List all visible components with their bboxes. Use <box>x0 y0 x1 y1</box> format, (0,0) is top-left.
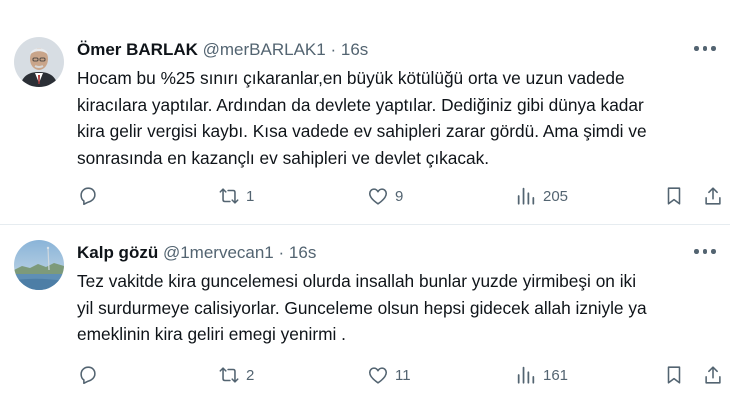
like-button[interactable]: 11 <box>367 363 411 387</box>
share-button[interactable] <box>702 363 724 387</box>
author-name[interactable]: Kalp gözü <box>77 243 158 262</box>
like-icon <box>368 367 388 384</box>
author-name[interactable]: Ömer BARLAK <box>77 40 198 59</box>
retweet-icon <box>219 367 239 383</box>
author-handle[interactable]: @merBARLAK1 <box>203 40 326 59</box>
tweet-text-line: sonrasında en kazançlı ev sahipleri ve d… <box>77 147 490 168</box>
timestamp[interactable]: 16s <box>341 40 368 59</box>
tweet-text-line: kiracılara yaptılar. Ardından da devlete… <box>77 94 644 115</box>
share-icon <box>705 187 721 205</box>
avatar[interactable] <box>14 240 64 290</box>
like-count: 9 <box>395 187 404 205</box>
reply-button[interactable] <box>77 184 105 208</box>
action-bar: 1 9 205 <box>77 184 727 208</box>
bookmark-icon <box>667 187 681 205</box>
retweet-count: 2 <box>246 366 255 384</box>
avatar[interactable] <box>14 37 64 87</box>
view-count: 161 <box>543 366 569 384</box>
tweet-text-line: Tez vakitde kira guncelemesi olurda insa… <box>77 271 637 291</box>
bookmark-icon <box>667 366 681 384</box>
views-button[interactable]: 205 <box>515 184 568 208</box>
more-icon[interactable] <box>694 46 716 52</box>
share-button[interactable] <box>702 184 724 208</box>
separator: · <box>278 243 285 262</box>
share-icon <box>705 366 721 384</box>
like-icon <box>368 188 388 205</box>
tweet-text: Tez vakitde kira guncelemesi olurda insa… <box>77 268 717 348</box>
reply-icon <box>80 187 96 206</box>
reply-button[interactable] <box>77 363 105 387</box>
timestamp[interactable]: 16s <box>289 243 316 262</box>
tweet-text-line: kira gelir vergisi kaybı. Kısa vadede ev… <box>77 121 647 141</box>
tweet-text-line: emeklinin kira geliri emegi yenirmi . <box>77 324 346 344</box>
retweet-count: 1 <box>246 187 255 205</box>
separator: · <box>330 40 337 59</box>
tweet-text-line: yil surdurmeye calisiyorlar. Gunceleme o… <box>77 297 647 318</box>
retweet-icon <box>219 188 239 204</box>
tweet-text-line: Hocam bu %25 sınırı çıkaranlar,en büyük … <box>77 68 625 88</box>
tweet-header: Kalp gözü @1mervecan1 · 16s <box>77 243 316 263</box>
action-bar: 2 11 161 <box>77 363 727 387</box>
retweet-button[interactable]: 1 <box>218 184 254 208</box>
views-button[interactable]: 161 <box>515 363 568 387</box>
bookmark-button[interactable] <box>663 184 685 208</box>
like-button[interactable]: 9 <box>367 184 403 208</box>
author-handle[interactable]: @1mervecan1 <box>163 243 274 262</box>
view-count: 205 <box>543 187 569 205</box>
views-icon <box>517 187 535 205</box>
tweet-text: Hocam bu %25 sınırı çıkaranlar,en büyük … <box>77 65 717 171</box>
like-count: 11 <box>395 366 411 384</box>
bookmark-button[interactable] <box>663 363 685 387</box>
more-icon[interactable] <box>694 249 716 255</box>
retweet-button[interactable]: 2 <box>218 363 254 387</box>
reply-icon <box>80 366 96 385</box>
views-icon <box>517 366 535 384</box>
tweet-header: Ömer BARLAK @merBARLAK1 · 16s <box>77 40 368 60</box>
